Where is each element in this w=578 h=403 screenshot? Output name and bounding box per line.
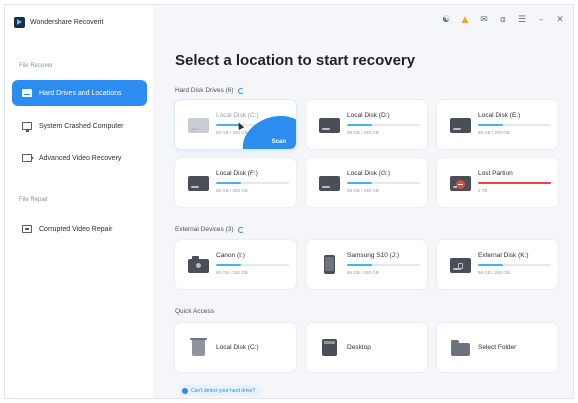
user-icon[interactable]: ☯ (441, 15, 451, 25)
hard-drive-icon (22, 89, 32, 97)
section-label-file-recover: File Recover (19, 63, 53, 69)
device-card-external-disk[interactable]: External Disk (K:) 86 GB / 250 GB (437, 240, 558, 289)
camera-icon (188, 255, 209, 273)
refresh-icon[interactable] (237, 87, 244, 94)
drive-name: Local Disk (C:) (216, 112, 259, 119)
quick-access-label: Select Folder (478, 344, 517, 351)
drive-name: Local Disk (E:) (478, 112, 521, 119)
drive-card-lost-partition[interactable]: Lost Partion 1 TB (437, 158, 558, 207)
headset-icon[interactable]: ⍺ (498, 15, 508, 25)
device-name: External Disk (K:) (478, 252, 529, 259)
usage-bar (347, 264, 420, 266)
title-bar-controls: ☯ ▲ ✉ ⍺ ☰ – ✕ (441, 15, 565, 25)
hard-drive-icon (188, 115, 209, 133)
hard-drive-icon (188, 173, 209, 191)
device-name: Canon (I:) (216, 252, 245, 259)
drive-name: Local Disk (F:) (216, 170, 258, 177)
usage-bar (478, 264, 551, 266)
drive-card-e[interactable]: Local Disk (E:) 86 GB / 250 GB (437, 100, 558, 149)
sidebar-item-hard-drives[interactable]: Hard Drives and Locations (12, 80, 147, 106)
monitor-icon (22, 122, 32, 132)
group-label-hard-disk-drives: Hard Disk Drives (6) (175, 87, 244, 94)
sidebar-item-label: Corrupted Video Repair (39, 225, 113, 233)
quick-access-desktop[interactable]: Desktop (306, 323, 427, 372)
sidebar-item-video-repair[interactable]: Corrupted Video Repair (12, 216, 147, 242)
scan-button[interactable]: Scan (272, 139, 286, 145)
drive-size: 86 GB / 250 GB (347, 188, 379, 193)
help-link[interactable]: Can't detect your hard drive? (179, 385, 262, 396)
usage-bar (216, 264, 289, 266)
section-label-file-repair: File Repair (19, 197, 49, 203)
sidebar-item-label: Hard Drives and Locations (39, 89, 122, 97)
group-label-text: External Devices (3) (175, 226, 234, 233)
group-label-text: Hard Disk Drives (6) (175, 87, 234, 94)
group-label-text: Quick Access (175, 308, 215, 315)
desktop-icon (319, 338, 340, 356)
mail-icon[interactable]: ✉ (479, 15, 489, 25)
hard-drive-icon (319, 173, 340, 191)
sidebar-item-system-crashed[interactable]: System Crashed Computer (12, 113, 147, 139)
refresh-icon[interactable] (237, 226, 244, 233)
group-label-external-devices: External Devices (3) (175, 226, 244, 233)
device-name: Samsung S10 (J:) (347, 252, 400, 259)
usage-bar (347, 182, 420, 184)
device-card-samsung[interactable]: Samsung S10 (J:) 86 GB / 250 GB (306, 240, 427, 289)
mouse-cursor-icon (235, 121, 245, 130)
phone-icon (319, 255, 340, 274)
usage-bar (478, 124, 551, 126)
brand: Wondershare Recoverit (14, 17, 103, 28)
quick-access-label: Local Disk (C:) (216, 344, 259, 351)
device-size: 86 GB / 250 GB (478, 270, 510, 275)
device-card-canon[interactable]: Canon (I:) 86 GB / 250 GB (175, 240, 296, 289)
recoverit-logo-icon (14, 17, 25, 28)
drive-size: 86 GB / 250 GB (347, 130, 379, 135)
drive-name: Local Disk (D:) (347, 112, 390, 119)
drive-card-d[interactable]: Local Disk (D:) 86 GB / 250 GB (306, 100, 427, 149)
trash-icon (188, 338, 209, 356)
minimize-icon[interactable]: – (536, 15, 546, 25)
drive-card-f[interactable]: Local Disk (F:) 86 GB / 250 GB (175, 158, 296, 207)
close-icon[interactable]: ✕ (555, 15, 565, 25)
cart-icon[interactable]: ▲ (460, 15, 470, 25)
question-icon (182, 387, 188, 394)
page-title: Select a location to start recovery (175, 52, 416, 69)
menu-icon[interactable]: ☰ (517, 15, 527, 25)
quick-access-select-folder[interactable]: Select Folder (437, 323, 558, 372)
sidebar: Wondershare Recoverit File Recover Hard … (5, 5, 153, 398)
lost-partition-icon (450, 173, 471, 191)
video-icon (22, 154, 34, 162)
quick-access-recycle-bin[interactable]: Local Disk (C:) (175, 323, 296, 372)
sidebar-item-label: System Crashed Computer (39, 122, 124, 130)
external-disk-icon (450, 255, 471, 273)
folder-icon (450, 338, 471, 356)
group-label-quick-access: Quick Access (175, 308, 214, 315)
drive-name: Local Disk (G:) (347, 170, 390, 177)
sidebar-item-label: Advanced Video Recovery (39, 154, 122, 162)
quick-access-label: Desktop (347, 344, 371, 351)
app-name: Wondershare Recoverit (30, 19, 104, 26)
drive-card-c[interactable]: Local Disk (C:) 86 GB / 250 GB Scan (175, 100, 296, 149)
drive-size: 86 GB / 250 GB (478, 130, 510, 135)
drive-size: 86 GB / 250 GB (216, 188, 248, 193)
drive-size: 1 TB (478, 188, 488, 193)
help-link-text: Can't detect your hard drive? (191, 387, 256, 394)
app-window: Wondershare Recoverit File Recover Hard … (4, 4, 574, 399)
usage-bar (216, 182, 289, 184)
drive-size: 86 GB / 250 GB (216, 130, 248, 135)
usage-bar (478, 182, 551, 184)
drive-card-g[interactable]: Local Disk (G:) 86 GB / 250 GB (306, 158, 427, 207)
device-size: 86 GB / 250 GB (347, 270, 379, 275)
repair-icon (22, 225, 32, 233)
usage-bar (347, 124, 420, 126)
drive-name: Lost Partion (478, 170, 513, 177)
device-size: 86 GB / 250 GB (216, 270, 248, 275)
hard-drive-icon (450, 115, 471, 133)
sidebar-item-video-recovery[interactable]: Advanced Video Recovery (12, 145, 147, 171)
hard-drive-icon (319, 115, 340, 133)
